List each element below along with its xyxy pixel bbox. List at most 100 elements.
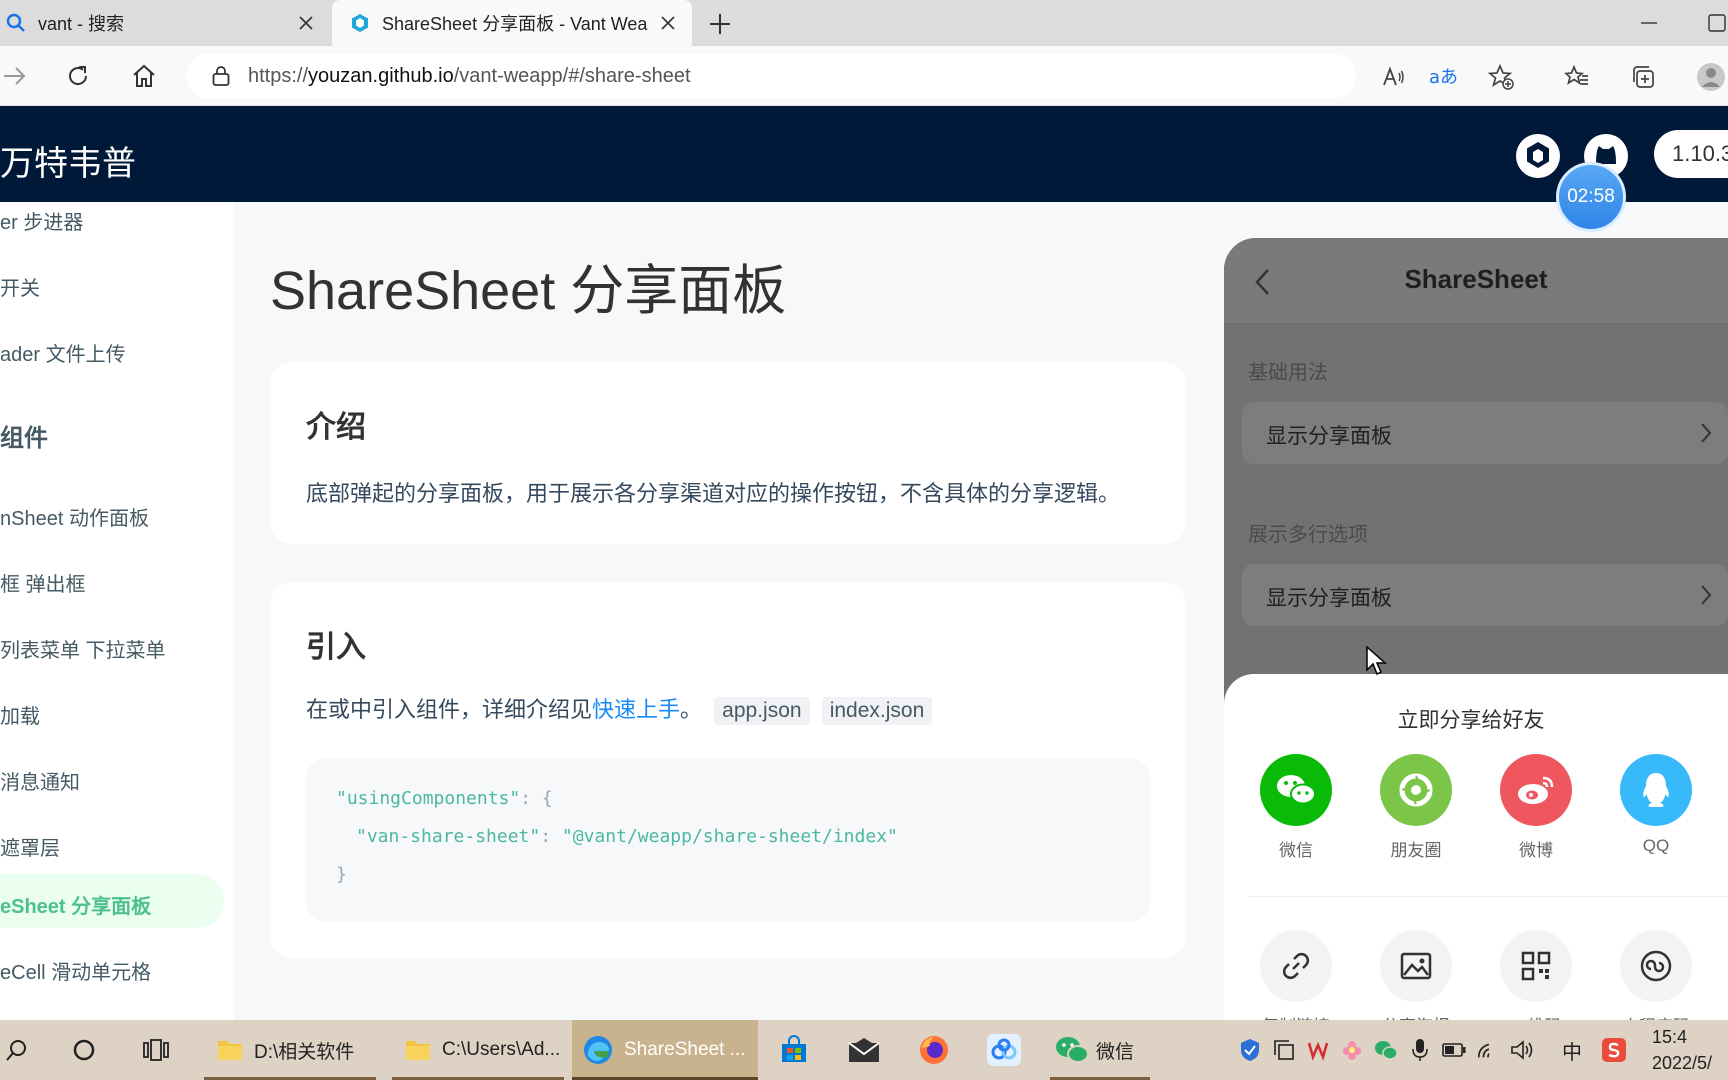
wifi-icon[interactable] bbox=[1476, 1038, 1500, 1062]
system-clock[interactable]: 15:4 2022/5/ bbox=[1652, 1024, 1712, 1076]
chevron-right-icon bbox=[1700, 422, 1712, 444]
svg-text:aあ: aあ bbox=[1429, 67, 1457, 88]
tab-title: vant - 搜索 bbox=[38, 14, 125, 34]
import-heading: 引入 bbox=[306, 631, 366, 664]
ms-store-icon[interactable] bbox=[776, 1020, 812, 1080]
wechat-icon bbox=[1054, 1035, 1090, 1065]
vant-favicon-icon bbox=[350, 13, 370, 33]
weibo-icon bbox=[1500, 754, 1572, 826]
address-bar[interactable]: https://youzan.github.io/vant-weapp/#/sh… bbox=[186, 54, 1356, 98]
taskbar-item-wechat[interactable]: 微信 bbox=[1050, 1020, 1150, 1080]
flower-app-icon[interactable] bbox=[1340, 1038, 1364, 1062]
mail-icon[interactable] bbox=[846, 1020, 882, 1080]
timer-badge[interactable]: 02:58 bbox=[1556, 162, 1626, 232]
section-basic-usage: 基础用法 bbox=[1248, 362, 1328, 384]
sidebar-item-switch[interactable]: 开关 bbox=[0, 272, 40, 301]
qrcode-icon bbox=[1500, 930, 1572, 1002]
minimize-icon[interactable] bbox=[1640, 14, 1658, 32]
version-select[interactable]: 1.10.3 bbox=[1654, 130, 1728, 178]
sidebar-nav: er 步进器 开关 ader 文件上传 组件 nSheet 动作面板 框 弹出框… bbox=[0, 202, 234, 1020]
share-option-label: 复制链接 bbox=[1258, 1012, 1334, 1020]
window-copy-icon[interactable] bbox=[1272, 1038, 1296, 1062]
translate-icon[interactable]: aあ bbox=[1428, 62, 1458, 92]
share-option-wechat[interactable]: 微信 bbox=[1258, 754, 1334, 861]
wechat-tray-icon[interactable] bbox=[1374, 1038, 1398, 1062]
edge-browser-icon bbox=[582, 1034, 614, 1066]
taskbar-item-folder-c[interactable]: C:\Users\Ad... bbox=[392, 1020, 564, 1080]
task-view-icon[interactable] bbox=[138, 1020, 174, 1080]
sidebar-item-dialog[interactable]: 框 弹出框 bbox=[0, 568, 86, 597]
cortana-circle-icon[interactable] bbox=[66, 1020, 102, 1080]
share-option-qrcode[interactable]: 二维码 bbox=[1498, 930, 1574, 1020]
folder-icon bbox=[216, 1037, 244, 1063]
share-option-label: QQ bbox=[1642, 836, 1670, 855]
folder-icon bbox=[404, 1037, 432, 1063]
close-tab-icon[interactable] bbox=[294, 11, 318, 35]
cell-label: 显示分享面板 bbox=[1266, 425, 1392, 448]
forward-arrow-icon[interactable] bbox=[0, 62, 28, 90]
sidebar-item-sharesheet[interactable]: eSheet 分享面板 bbox=[0, 890, 151, 919]
vant-logo-icon[interactable] bbox=[1516, 134, 1560, 178]
share-option-qq[interactable]: QQ bbox=[1618, 754, 1694, 856]
share-option-poster[interactable]: 分享海报 bbox=[1378, 930, 1454, 1020]
browser-toolbar: https://youzan.github.io/vant-weapp/#/sh… bbox=[0, 46, 1728, 106]
sidebar-item-actionsheet[interactable]: nSheet 动作面板 bbox=[0, 502, 149, 531]
share-option-moments[interactable]: 朋友圈 bbox=[1378, 754, 1454, 861]
volume-icon[interactable] bbox=[1510, 1038, 1534, 1062]
sidebar-item-swipecell[interactable]: eCell 滑动单元格 bbox=[0, 956, 151, 985]
home-icon[interactable] bbox=[130, 62, 158, 90]
sidebar-item-overlay[interactable]: 遮罩层 bbox=[0, 832, 60, 861]
share-option-weibo[interactable]: 微博 bbox=[1498, 754, 1574, 861]
profile-avatar-icon[interactable] bbox=[1696, 62, 1726, 92]
baidu-netdisk-icon[interactable] bbox=[986, 1020, 1022, 1080]
sidebar-item-stepper[interactable]: er 步进器 bbox=[0, 206, 83, 235]
show-sharesheet-cell[interactable]: 显示分享面板 bbox=[1242, 402, 1728, 464]
share-option-label: 分享海报 bbox=[1378, 1012, 1454, 1020]
quickstart-link[interactable]: 快速上手 bbox=[592, 697, 680, 722]
share-option-miniprogram-code[interactable]: 小程序码 bbox=[1618, 930, 1694, 1020]
taskbar-item-folder-d[interactable]: D:\相关软件 bbox=[204, 1020, 376, 1080]
share-sheet-popup: 立即分享给好友 微信 朋友圈 微博 QQ bbox=[1224, 674, 1728, 1020]
search-icon[interactable] bbox=[0, 1020, 36, 1080]
sidebar-item-dropdown-menu[interactable]: 列表菜单 下拉菜单 bbox=[0, 634, 166, 663]
share-option-copy-link[interactable]: 复制链接 bbox=[1258, 930, 1334, 1020]
add-favorite-star-icon[interactable] bbox=[1486, 62, 1516, 92]
collections-icon[interactable] bbox=[1628, 62, 1658, 92]
battery-icon[interactable] bbox=[1442, 1038, 1466, 1062]
share-option-label: 微博 bbox=[1519, 841, 1553, 860]
phone-nav-bar: ShareSheet bbox=[1224, 238, 1728, 324]
page-title: ShareSheet 分享面板 bbox=[270, 261, 787, 321]
site-brand[interactable]: 万特韦普 bbox=[0, 136, 136, 185]
cell-label: 显示分享面板 bbox=[1266, 587, 1392, 610]
sidebar-group-heading: 组件 bbox=[0, 425, 48, 452]
new-tab-plus-icon[interactable] bbox=[706, 10, 734, 38]
sidebar-item-notify[interactable]: 消息通知 bbox=[0, 766, 80, 795]
sogou-ime-icon[interactable] bbox=[1602, 1038, 1626, 1062]
wechat-icon bbox=[1260, 754, 1332, 826]
section-multi-line: 展示多行选项 bbox=[1248, 524, 1368, 546]
code-line-1: "usingComponents": { bbox=[336, 788, 553, 809]
browser-tab-search[interactable]: vant - 搜索 bbox=[0, 0, 330, 46]
read-aloud-icon[interactable] bbox=[1378, 62, 1408, 92]
sidebar-item-loading[interactable]: 加载 bbox=[0, 700, 40, 729]
reload-icon[interactable] bbox=[64, 62, 92, 90]
sidebar-item-uploader[interactable]: ader 文件上传 bbox=[0, 338, 126, 367]
microphone-icon[interactable] bbox=[1408, 1038, 1432, 1062]
code-line-3: } bbox=[336, 864, 347, 885]
firefox-icon[interactable] bbox=[916, 1020, 952, 1080]
browser-tab-sharesheet[interactable]: ShareSheet 分享面板 - Vant Wea bbox=[332, 0, 692, 46]
show-multiline-sharesheet-cell[interactable]: 显示分享面板 bbox=[1242, 564, 1728, 626]
security-shield-icon[interactable] bbox=[1238, 1038, 1262, 1062]
import-text-before: 在或中引入组件，详细介绍见 bbox=[306, 697, 593, 722]
moments-icon bbox=[1380, 754, 1452, 826]
browser-tab-bar: vant - 搜索 ShareSheet 分享面板 - Vant Wea bbox=[0, 0, 1728, 46]
wps-icon[interactable] bbox=[1306, 1038, 1330, 1062]
site-header: 万特韦普 1.10.3 bbox=[0, 106, 1728, 202]
favorites-icon[interactable] bbox=[1562, 62, 1592, 92]
share-option-label: 朋友圈 bbox=[1390, 841, 1442, 860]
taskbar-item-label: ShareSheet ... bbox=[624, 1039, 746, 1060]
maximize-icon[interactable] bbox=[1708, 14, 1726, 32]
close-tab-icon[interactable] bbox=[656, 11, 680, 35]
ime-indicator[interactable]: 中 bbox=[1560, 1038, 1584, 1064]
taskbar-item-edge[interactable]: ShareSheet ... bbox=[572, 1020, 758, 1080]
